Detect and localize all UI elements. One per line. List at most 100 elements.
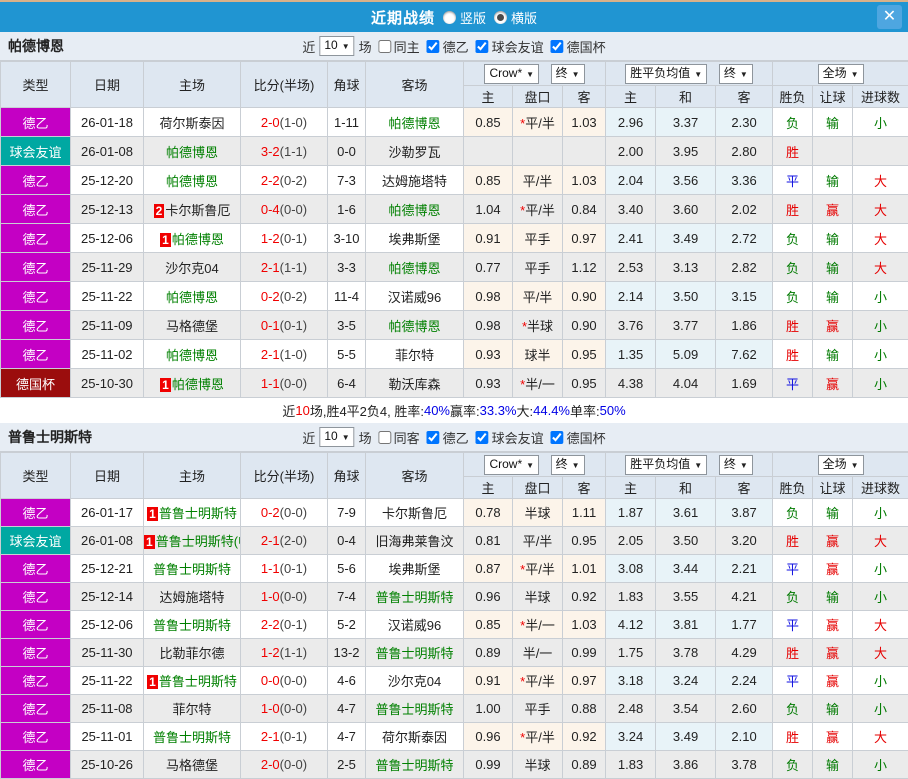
rank-badge: 2 <box>154 204 165 218</box>
match-row: 球会友谊26-01-081普鲁士明斯特(中)2-1(2-0)0-4旧海弗莱鲁汶0… <box>1 527 908 555</box>
match-row: 德乙26-01-18荷尔斯泰因2-0(1-0)1-11帕德博恩0.85*平/半1… <box>1 108 908 137</box>
final-odds-select[interactable]: 终▼ <box>551 64 585 84</box>
result-cell: 平 <box>773 369 813 398</box>
result-cell: 胜 <box>773 527 813 555</box>
home-odds-cell: 0.91 <box>464 224 513 253</box>
league-cup-checkbox[interactable] <box>551 431 564 444</box>
league-friendly-label: 球会友谊 <box>492 428 544 447</box>
goals-result-cell: 小 <box>853 311 908 340</box>
result-cell: 负 <box>773 583 813 611</box>
same-away-checkbox[interactable] <box>379 431 392 444</box>
corners-cell: 0-0 <box>328 137 366 166</box>
score-cell: 1-0(0-0) <box>241 695 328 723</box>
avg-draw-cell: 3.54 <box>656 695 716 723</box>
match-row: 德乙25-12-21普鲁士明斯特1-1(0-1)5-6埃弗斯堡0.87*平/半1… <box>1 555 908 583</box>
away-team-cell: 普鲁士明斯特 <box>366 751 464 779</box>
col-corner: 角球 <box>328 62 366 108</box>
chevron-down-icon: ▼ <box>572 70 580 79</box>
handicap-cell: *平/半 <box>513 108 563 137</box>
handicap-star: * <box>520 618 525 633</box>
avg-away-cell: 3.20 <box>716 527 773 555</box>
league-friendly-checkbox[interactable] <box>476 40 489 53</box>
col-away: 客场 <box>366 62 464 108</box>
corners-cell: 3-10 <box>328 224 366 253</box>
away-odds-cell: 1.03 <box>563 108 606 137</box>
horizontal-layout-radio[interactable] <box>494 11 507 24</box>
halftime-score: (0-0) <box>280 376 307 391</box>
away-odds-cell: 0.90 <box>563 282 606 311</box>
league-l2-checkbox[interactable] <box>427 431 440 444</box>
avg-away-cell: 2.21 <box>716 555 773 583</box>
match-type-cell: 德乙 <box>1 583 71 611</box>
avg-home-cell: 2.14 <box>606 282 656 311</box>
goals-result-cell: 小 <box>853 583 908 611</box>
result-cell: 负 <box>773 282 813 311</box>
result-cell: 平 <box>773 667 813 695</box>
league-cup-checkbox[interactable] <box>551 40 564 53</box>
home-odds-cell: 0.93 <box>464 340 513 369</box>
provider-select[interactable]: Crow*▼ <box>484 64 539 84</box>
handicap-result-cell: 输 <box>813 751 853 779</box>
fulltime-score: 2-1 <box>261 729 280 744</box>
sub-result: 胜负 <box>773 86 813 108</box>
score-cell: 1-0(0-0) <box>241 583 328 611</box>
filter-bar-1: 近 10▼ 场 同主 德乙 球会友谊 德国杯 <box>302 36 605 56</box>
handicap-cell <box>513 137 563 166</box>
fulltime-select[interactable]: 全场▼ <box>818 455 864 475</box>
final-avg-select[interactable]: 终▼ <box>719 64 753 84</box>
halftime-score: (0-0) <box>280 589 307 604</box>
result-cell: 负 <box>773 108 813 137</box>
league-friendly-checkbox[interactable] <box>476 431 489 444</box>
games-count-select[interactable]: 10▼ <box>319 427 354 447</box>
summary-text: 单率: <box>570 401 600 420</box>
match-type-cell: 德乙 <box>1 555 71 583</box>
score-cell: 2-2(0-1) <box>241 611 328 639</box>
handicap-cell: 平/半 <box>513 527 563 555</box>
table-header-top: 类型 日期 主场 比分(半场) 角球 客场 Crow*▼ 终▼ 胜平负均值▼ 终… <box>1 62 908 86</box>
chevron-down-icon: ▼ <box>740 461 748 470</box>
vertical-layout-label[interactable]: 竖版 <box>460 8 486 27</box>
vertical-layout-radio[interactable] <box>443 11 456 24</box>
avg-draw-cell: 5.09 <box>656 340 716 369</box>
final-odds-select[interactable]: 终▼ <box>551 455 585 475</box>
away-team-name: 荷尔斯泰因 <box>382 730 447 745</box>
match-row: 德乙25-12-20帕德博恩2-2(0-2)7-3达姆施塔特0.85平/半1.0… <box>1 166 908 195</box>
horizontal-layout-label[interactable]: 横版 <box>511 8 537 27</box>
match-type-cell: 德乙 <box>1 611 71 639</box>
results-table-1: 类型 日期 主场 比分(半场) 角球 客场 Crow*▼ 终▼ 胜平负均值▼ 终… <box>0 61 908 398</box>
goals-result-cell: 大 <box>853 253 908 282</box>
avg-away-cell: 2.24 <box>716 667 773 695</box>
final-avg-select[interactable]: 终▼ <box>719 455 753 475</box>
games-count-select[interactable]: 10▼ <box>319 36 354 56</box>
chevron-down-icon: ▼ <box>694 461 702 470</box>
result-cell: 胜 <box>773 723 813 751</box>
sub-away: 客 <box>563 86 606 108</box>
corners-cell: 7-4 <box>328 583 366 611</box>
away-team-cell: 帕德博恩 <box>366 253 464 282</box>
provider-select[interactable]: Crow*▼ <box>484 455 539 475</box>
avg-select[interactable]: 胜平负均值▼ <box>625 455 707 475</box>
sub-avg-away: 客 <box>716 477 773 499</box>
sub-avg-draw: 和 <box>656 86 716 108</box>
avg-home-cell: 1.83 <box>606 751 656 779</box>
away-team-name: 达姆施塔特 <box>382 174 447 189</box>
fulltime-score: 1-0 <box>261 701 280 716</box>
handicap-cell: 球半 <box>513 340 563 369</box>
league-l2-checkbox[interactable] <box>427 40 440 53</box>
corners-cell: 1-11 <box>328 108 366 137</box>
avg-away-cell: 1.86 <box>716 311 773 340</box>
home-odds-cell: 0.87 <box>464 555 513 583</box>
fulltime-header: 全场▼ <box>773 62 908 86</box>
league-friendly-label: 球会友谊 <box>492 37 544 56</box>
close-icon[interactable]: ✕ <box>877 5 902 29</box>
match-type-cell: 德乙 <box>1 224 71 253</box>
match-row: 德国杯25-10-301帕德博恩1-1(0-0)6-4勒沃库森0.93*半/一0… <box>1 369 908 398</box>
col-home: 主场 <box>144 62 241 108</box>
avg-home-cell: 2.53 <box>606 253 656 282</box>
fulltime-select[interactable]: 全场▼ <box>818 64 864 84</box>
same-home-checkbox[interactable] <box>379 40 392 53</box>
goals-result-cell: 大 <box>853 527 908 555</box>
avg-select[interactable]: 胜平负均值▼ <box>625 64 707 84</box>
chevron-down-icon: ▼ <box>851 70 859 79</box>
score-cell: 0-4(0-0) <box>241 195 328 224</box>
